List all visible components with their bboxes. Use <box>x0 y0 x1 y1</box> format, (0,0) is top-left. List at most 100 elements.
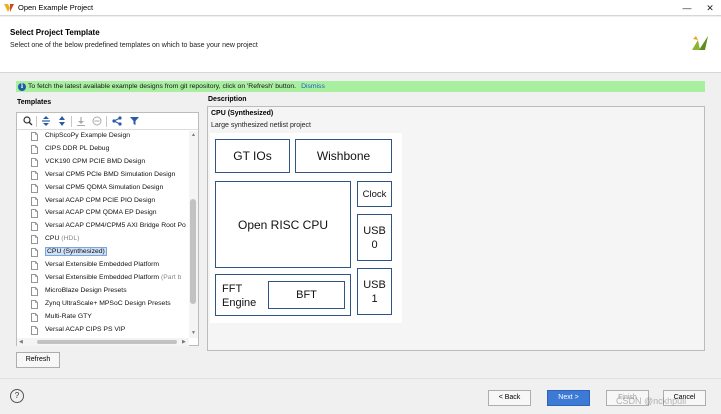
template-item-label: Multi-Rate GTY <box>45 312 92 320</box>
description-title: CPU (Synthesized) <box>211 110 274 117</box>
templates-toolbar <box>17 113 198 130</box>
templates-panel: ChipScoPy Example Design CIPS DDR PL Debu… <box>16 112 199 346</box>
share-icon[interactable] <box>111 115 123 127</box>
diagram-block-usb0: USB 0 <box>357 214 392 261</box>
fft-line2: Engine <box>222 297 257 309</box>
diagram-block-cpu: Open RISC CPU <box>215 181 351 268</box>
wizard-header: Select Project Template Select one of th… <box>0 17 721 73</box>
next-button[interactable]: Next > <box>547 390 590 406</box>
back-button[interactable]: < Back <box>488 390 531 406</box>
template-item[interactable]: MicroBlaze Design Presets <box>31 286 189 297</box>
template-item[interactable]: ChipScoPy Example Design <box>31 131 189 142</box>
search-icon[interactable] <box>22 115 34 127</box>
document-icon <box>31 183 38 193</box>
close-button[interactable]: ✕ <box>699 0 721 16</box>
vertical-scroll-thumb[interactable] <box>190 199 196 304</box>
template-item[interactable]: Versal ACAP CPM PCIE PIO Design <box>31 196 189 207</box>
template-item-label: MicroBlaze Design Presets <box>45 286 127 294</box>
template-item-label: Versal Extensible Embedded Platform <box>45 273 160 281</box>
info-banner: i To fetch the latest available example … <box>16 81 705 92</box>
template-item-label: Versal ACAP CPM PCIE PIO Design <box>45 196 156 204</box>
page-subtitle: Select one of the below predefined templ… <box>10 42 258 49</box>
description-label: Description <box>208 96 247 103</box>
usb0-line1: USB <box>363 224 386 237</box>
template-item[interactable]: Multi-Rate GTY <box>31 312 189 323</box>
usb1-line1: USB <box>363 278 386 291</box>
template-item[interactable]: CPU (HDL) <box>31 234 189 245</box>
description-subtitle: Large synthesized netlist project <box>211 122 311 129</box>
document-icon <box>31 196 38 206</box>
document-icon <box>31 157 38 167</box>
template-item-label: Zynq UltraScale+ MPSoC Design Presets <box>45 299 171 307</box>
horizontal-scroll-thumb[interactable] <box>37 340 177 344</box>
diagram-block-fft-engine: FFT Engine BFT <box>215 274 351 316</box>
document-icon <box>31 144 38 154</box>
template-item[interactable]: Versal CPM5 QDMA Simulation Design <box>31 183 189 194</box>
document-icon <box>31 261 38 270</box>
watermark-text: CSDN @nckhpull <box>616 396 687 406</box>
title-bar: Open Example Project — ✕ <box>0 0 721 16</box>
templates-tree: ChipScoPy Example Design CIPS DDR PL Debu… <box>17 131 189 338</box>
template-item-label: Versal Extensible Embedded Platform <box>45 261 160 268</box>
diagram-block-usb1: USB 1 <box>357 268 392 315</box>
template-item-label: VCK190 CPM PCIE BMD Design <box>45 157 146 165</box>
document-icon <box>31 170 38 180</box>
template-item-label: CIPS DDR PL Debug <box>45 144 110 152</box>
page-title: Select Project Template <box>10 28 100 37</box>
document-icon <box>31 132 38 141</box>
remove-icon[interactable] <box>91 115 103 127</box>
document-icon <box>31 222 38 232</box>
template-item[interactable]: Versal Extensible Embedded Platform <box>31 260 189 271</box>
banner-message: To fetch the latest available example de… <box>28 82 297 90</box>
document-icon <box>31 248 38 257</box>
dismiss-link[interactable]: Dismiss <box>301 83 325 90</box>
document-icon <box>31 209 38 219</box>
vivado-brand-icon <box>692 36 708 50</box>
template-item-suffix: (HDL) <box>61 235 80 243</box>
diagram-block-gt-ios: GT IOs <box>215 139 290 173</box>
download-icon[interactable] <box>75 115 87 127</box>
window-title: Open Example Project <box>18 3 94 12</box>
fft-line1: FFT <box>222 283 243 295</box>
document-icon <box>31 299 38 309</box>
expand-all-icon[interactable] <box>56 115 68 127</box>
template-item-label: CPU (Synthesized) <box>45 247 107 257</box>
template-item-label: Versal ACAP CPM QDMA EP Design <box>45 209 157 217</box>
template-item[interactable]: Versal Extensible Embedded Platform (Par… <box>31 273 189 284</box>
templates-vertical-scrollbar[interactable]: ▲ ▼ <box>189 131 198 338</box>
template-item[interactable]: CIPS DDR PL Debug <box>31 144 189 155</box>
description-panel: CPU (Synthesized) Large synthesized netl… <box>207 106 705 351</box>
templates-horizontal-scrollbar[interactable]: ◀ ▶ <box>17 338 189 346</box>
document-icon <box>31 273 38 283</box>
template-item[interactable]: Versal ACAP CPM QDMA EP Design <box>31 208 189 219</box>
template-item-label: CPU <box>45 235 60 243</box>
template-item[interactable]: Versal ACAP CPM4/CPM5 AXI Bridge Root Po <box>31 221 189 232</box>
template-item-label: Versal ACAP CPM4/CPM5 AXI Bridge Root Po <box>45 222 186 230</box>
template-block-diagram: GT IOs Wishbone Open RISC CPU Clock USB … <box>210 133 402 323</box>
template-item-suffix: (Part b <box>161 273 182 281</box>
usb0-line2: 0 <box>371 238 378 251</box>
refresh-button[interactable]: Refresh <box>16 352 60 368</box>
document-icon <box>31 286 38 296</box>
usb1-line2: 1 <box>371 292 378 305</box>
info-icon: i <box>18 82 26 91</box>
filter-icon[interactable] <box>129 115 141 127</box>
template-item[interactable]: CPU (Synthesized) <box>31 247 189 258</box>
template-item-label: Versal CPM5 QDMA Simulation Design <box>45 183 164 191</box>
template-item[interactable]: Zynq UltraScale+ MPSoC Design Presets <box>31 299 189 310</box>
template-item[interactable]: VCK190 CPM PCIE BMD Design <box>31 157 189 168</box>
document-icon <box>31 312 38 322</box>
diagram-block-bft: BFT <box>268 281 345 309</box>
template-item-label: Versal CPM5 PCIe BMD Simulation Design <box>45 170 176 178</box>
minimize-button[interactable]: — <box>676 0 698 16</box>
templates-label: Templates <box>17 99 52 106</box>
template-item[interactable]: Versal CPM5 PCIe BMD Simulation Design <box>31 170 189 181</box>
document-icon <box>31 325 38 335</box>
collapse-all-icon[interactable] <box>40 115 52 127</box>
vivado-logo-icon <box>4 4 14 12</box>
template-item[interactable]: Versal ACAP CIPS PS VIP <box>31 325 189 336</box>
template-item-label: Versal ACAP CIPS PS VIP <box>45 325 126 333</box>
diagram-block-clock: Clock <box>357 181 392 207</box>
help-button[interactable]: ? <box>10 389 24 403</box>
diagram-block-wishbone: Wishbone <box>295 139 392 173</box>
